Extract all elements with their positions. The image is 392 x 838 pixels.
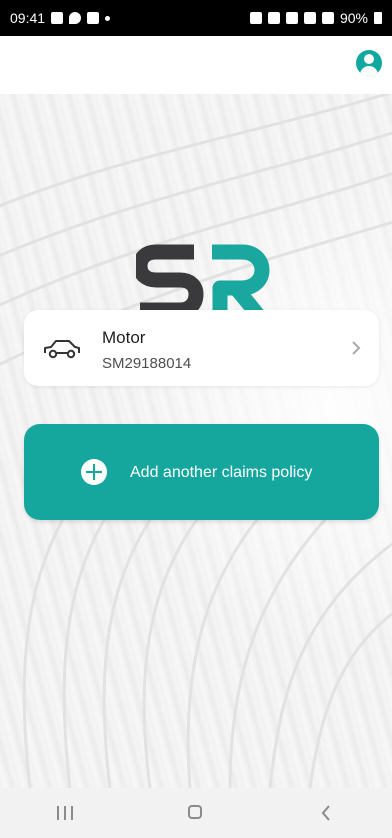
battery-percentage: 90%: [339, 10, 368, 26]
policy-card-motor[interactable]: Motor SM29188014: [24, 310, 379, 386]
recents-button[interactable]: [35, 788, 95, 838]
account-circle-icon[interactable]: [356, 50, 382, 76]
status-right: 90%: [249, 10, 382, 26]
add-claims-policy-button[interactable]: Add another claims policy: [24, 424, 379, 520]
mute-icon: [303, 12, 316, 24]
plus-circle-icon: [81, 459, 107, 485]
home-icon: [187, 805, 202, 819]
signal-icon: [321, 12, 334, 24]
bluetooth-icon: [285, 12, 298, 24]
status-bar: 09:41 90%: [0, 0, 392, 36]
back-button[interactable]: [297, 788, 357, 838]
profile-body: [360, 66, 378, 76]
status-left: 09:41: [10, 10, 111, 26]
recents-icon: [57, 806, 74, 820]
home-button[interactable]: [166, 788, 226, 838]
mail-notification-icon: [87, 12, 100, 24]
status-time: 09:41: [10, 10, 46, 26]
background-area: Motor SM29188014 Add another claims poli…: [0, 94, 392, 788]
car-icon: [44, 340, 80, 359]
battery-icon: [374, 12, 382, 24]
location-notification-icon: [69, 12, 82, 24]
chevron-right-icon: [352, 341, 361, 355]
policy-number: SM29188014: [102, 355, 192, 372]
nfc-icon: [267, 12, 280, 24]
more-notifications-icon: [105, 15, 111, 21]
policy-title: Motor: [102, 328, 146, 347]
profile-head: [364, 54, 374, 64]
add-claims-policy-label: Add another claims policy: [130, 464, 313, 481]
app-bar: [0, 36, 392, 94]
back-icon: [321, 805, 330, 821]
image-notification-icon: [51, 12, 64, 24]
system-navigation-bar: [0, 788, 392, 838]
alarm-icon: [249, 12, 262, 24]
